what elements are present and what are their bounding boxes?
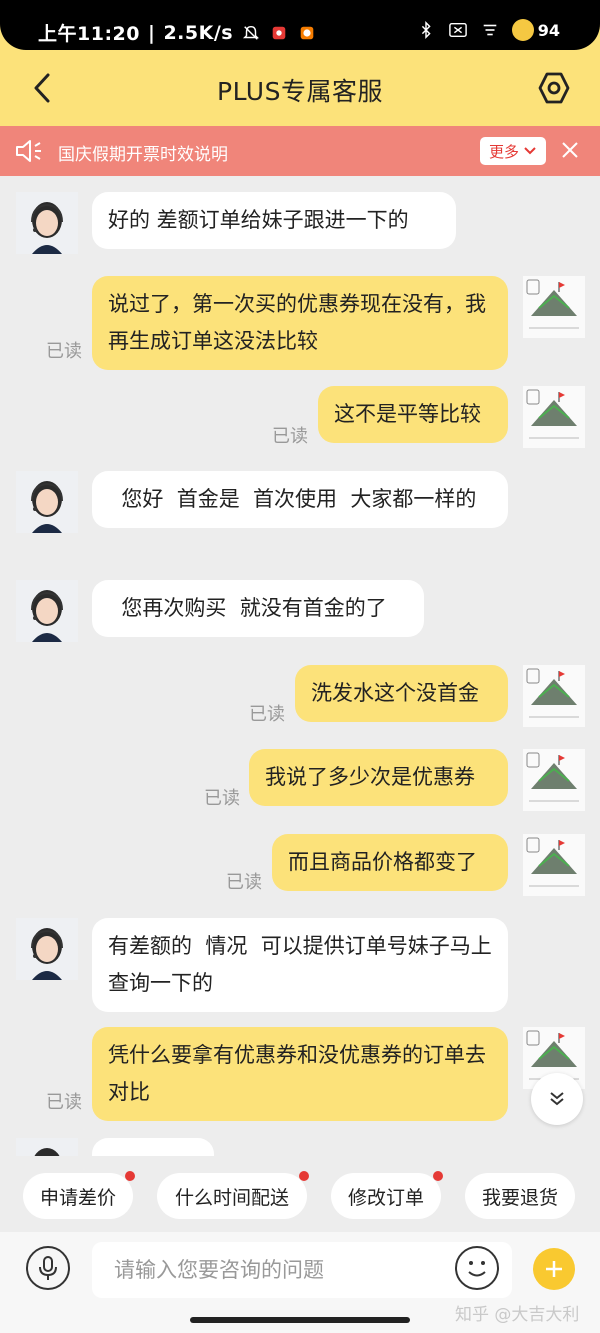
scroll-to-bottom-button[interactable] <box>531 1073 583 1125</box>
message-bubble: 凭什么要拿有优惠券和没优惠券的订单去对比 <box>92 1027 508 1121</box>
home-indicator[interactable] <box>190 1317 410 1323</box>
status-time: 上午11:20 <box>38 23 140 45</box>
status-right: 94 <box>416 19 560 41</box>
agent-avatar-icon <box>16 471 78 533</box>
message-bubble: 这不是平等比较 <box>318 386 508 443</box>
status-left: 上午11:20 | 2.5K/s <box>38 19 317 46</box>
user-avatar-icon <box>523 276 585 338</box>
message-bubble: 好的 差额订单给妹子跟进一下的 <box>92 192 456 249</box>
add-button[interactable] <box>533 1248 575 1290</box>
quick-reply-label: 修改订单 <box>347 1186 424 1209</box>
close-icon[interactable] <box>560 140 580 160</box>
agent-avatar[interactable] <box>16 192 78 254</box>
message-bubble: 而且商品价格都变了 <box>272 834 508 891</box>
agent-avatar[interactable] <box>16 918 78 980</box>
clock-app-icon <box>300 26 314 39</box>
quick-reply-label: 申请差价 <box>39 1186 116 1209</box>
message-input[interactable] <box>92 1242 512 1298</box>
status-bar: 上午11:20 | 2.5K/s 94 <box>0 0 600 50</box>
read-receipt: 已读 <box>204 788 240 809</box>
quick-reply-label: 我要退货 <box>481 1186 558 1209</box>
speaker-icon <box>16 140 41 162</box>
sim-off-icon <box>448 22 467 38</box>
status-separator: | <box>147 21 156 44</box>
page-title: PLUS专属客服 <box>217 77 383 106</box>
emoji-button[interactable] <box>455 1246 499 1290</box>
wifi-icon <box>483 24 497 36</box>
notice-more-button[interactable]: 更多 <box>480 137 546 165</box>
battery: 94 <box>511 19 560 41</box>
user-avatar-icon <box>523 665 585 727</box>
user-avatar[interactable] <box>523 834 585 896</box>
read-receipt: 已读 <box>46 1092 82 1113</box>
user-avatar[interactable] <box>523 276 585 338</box>
app-notification-icon <box>272 26 286 39</box>
settings-icon[interactable] <box>536 70 572 106</box>
user-avatar[interactable] <box>523 665 585 727</box>
message-bubble-partial <box>92 1138 214 1156</box>
message-bubble: 您好 首金是 首次使用 大家都一样的 <box>92 471 508 528</box>
user-avatar-icon <box>523 749 585 811</box>
read-receipt: 已读 <box>226 872 262 893</box>
quick-reply-label: 什么时间配送 <box>174 1186 289 1209</box>
quick-reply-chip[interactable]: 我要退货 <box>465 1173 575 1219</box>
agent-avatar[interactable] <box>16 471 78 533</box>
top-bar: 上午11:20 | 2.5K/s 94 PLUS专属客服 <box>0 0 600 126</box>
quick-reply-chip[interactable]: 什么时间配送 <box>157 1171 309 1219</box>
battery-icon <box>511 19 534 41</box>
red-dot-badge <box>299 1171 309 1181</box>
voice-button[interactable] <box>26 1246 70 1290</box>
read-receipt: 已读 <box>272 426 308 447</box>
plus-icon <box>546 1261 562 1277</box>
user-avatar-icon <box>523 386 585 448</box>
quick-reply-chip[interactable]: 申请差价 <box>23 1171 135 1219</box>
notice-bar[interactable]: 国庆假期开票时效说明 更多 <box>0 126 600 176</box>
quick-reply-bar: 申请差价 什么时间配送 修改订单 我要退货 <box>0 1160 600 1232</box>
agent-avatar[interactable] <box>16 580 78 642</box>
agent-avatar[interactable] <box>16 1138 78 1156</box>
notice-more-label: 更多 <box>488 142 519 161</box>
battery-level: 94 <box>537 20 560 40</box>
input-bar: 知乎 @大吉大利 <box>0 1232 600 1333</box>
double-chevron-down-icon <box>550 1092 564 1106</box>
status-speed: 2.5K/s <box>163 21 234 44</box>
bell-muted-icon <box>243 25 260 40</box>
agent-avatar-icon <box>16 580 78 642</box>
bluetooth-icon <box>421 21 431 39</box>
user-avatar[interactable] <box>523 749 585 811</box>
red-dot-badge <box>433 1171 443 1181</box>
red-dot-badge <box>125 1171 135 1181</box>
user-avatar-icon <box>523 834 585 896</box>
quick-reply-chip[interactable]: 修改订单 <box>331 1171 443 1219</box>
chat-area[interactable]: 好的 差额订单给妹子跟进一下的 已读 说过了，第一次买的优惠券现在没有，我再生成… <box>0 176 600 1156</box>
message-bubble: 您再次购买 就没有首金的了 <box>92 580 424 637</box>
chevron-down-icon <box>524 147 536 155</box>
user-avatar[interactable] <box>523 386 585 448</box>
agent-avatar-icon <box>16 192 78 254</box>
message-bubble: 我说了多少次是优惠券 <box>249 749 508 806</box>
microphone-icon <box>39 1256 57 1280</box>
watermark: 知乎 @大吉大利 <box>455 1305 580 1325</box>
message-bubble: 有差额的 情况 可以提供订单号妹子马上查询一下的 <box>92 918 508 1012</box>
message-bubble: 说过了，第一次买的优惠券现在没有，我再生成订单这没法比较 <box>92 276 508 370</box>
message-bubble: 洗发水这个没首金 <box>295 665 508 722</box>
agent-avatar-icon <box>16 918 78 980</box>
read-receipt: 已读 <box>46 341 82 362</box>
agent-avatar-icon <box>16 1138 78 1156</box>
notice-text[interactable]: 国庆假期开票时效说明 <box>58 140 228 165</box>
read-receipt: 已读 <box>249 704 285 725</box>
emoji-icon <box>468 1261 486 1277</box>
nav-bar: PLUS专属客服 <box>0 50 600 126</box>
